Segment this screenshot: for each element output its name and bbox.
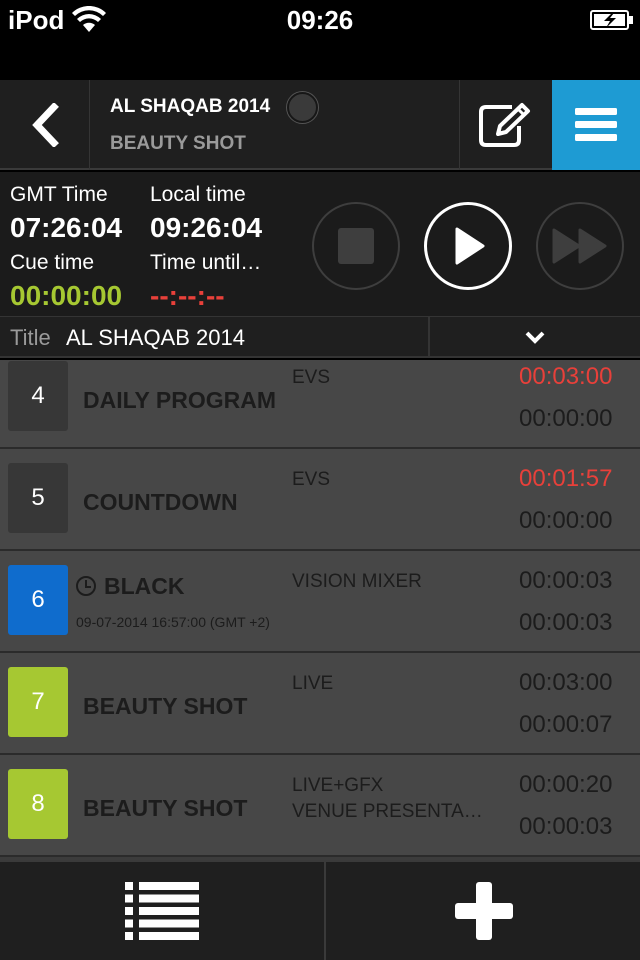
item-duration: 00:00:20 [519, 771, 613, 798]
status-bar: iPod 09:26 [0, 0, 640, 40]
current-item-label: BEAUTY SHOT [110, 133, 246, 154]
battery-charging-icon [590, 10, 633, 30]
item-name-wrapper: BLACK [76, 573, 185, 600]
item-source-line: LIVE+GFX [292, 775, 384, 796]
title-selector: Title AL SHAQAB 2014 [0, 316, 640, 358]
rundown-item[interactable]: 5 COUNTDOWN EVS 00:01:57 00:00:00 [0, 449, 640, 551]
rundown-item[interactable]: 4 DAILY PROGRAM EVS 00:03:00 00:00:00 [0, 360, 640, 449]
item-elapsed: 00:00:03 [519, 813, 613, 840]
list-view-button[interactable] [0, 862, 326, 960]
rundown-list[interactable]: 4 DAILY PROGRAM EVS 00:03:00 00:00:00 5 … [0, 360, 640, 860]
bottom-toolbar [0, 860, 640, 960]
status-time: 09:26 [286, 5, 354, 35]
stop-button[interactable] [312, 202, 400, 290]
clock-icon [76, 576, 96, 596]
item-source: LIVE [292, 671, 333, 697]
local-time-value: 09:26:04 [150, 212, 263, 243]
item-number-badge: 5 [8, 463, 68, 533]
time-until-value: --:--:-- [150, 280, 225, 311]
item-source-line-2: VENUE PRESENTA… [292, 801, 483, 822]
item-source: LIVE+GFX VENUE PRESENTA… [292, 773, 483, 825]
item-source: EVS [292, 365, 330, 391]
item-elapsed: 00:00:00 [519, 507, 613, 534]
edit-icon [479, 103, 530, 147]
time-until-label: Time until… [150, 251, 262, 274]
item-name: DAILY PROGRAM [83, 387, 276, 413]
gmt-time-value: 07:26:04 [10, 212, 123, 243]
item-elapsed: 00:00:00 [519, 405, 613, 432]
fast-forward-button[interactable] [536, 202, 624, 290]
item-source-line: EVS [292, 367, 331, 388]
item-source-line: LIVE [292, 673, 334, 694]
back-chevron-icon [31, 103, 59, 147]
list-icon [125, 882, 199, 940]
rundown-title: AL SHAQAB 2014 [110, 96, 271, 117]
back-button[interactable] [0, 80, 90, 170]
menu-icon [575, 108, 617, 141]
item-number-badge: 7 [8, 667, 68, 737]
edit-button[interactable] [459, 80, 552, 170]
rundown-item[interactable]: 6 BLACK 09-07-2014 16:57:00 (GMT +2) VIS… [0, 551, 640, 653]
gmt-time-label: GMT Time [10, 183, 108, 206]
item-duration: 00:03:00 [519, 669, 613, 696]
play-button[interactable] [424, 202, 512, 290]
item-name: BEAUTY SHOT [83, 795, 248, 821]
item-source: EVS [292, 467, 330, 493]
plus-icon [455, 882, 513, 940]
header-bar: AL SHAQAB 2014 BEAUTY SHOT [0, 80, 640, 170]
title-value: AL SHAQAB 2014 [66, 325, 245, 350]
item-source: VISION MIXER [292, 569, 422, 595]
status-indicator-dot [287, 92, 318, 123]
add-item-button[interactable] [328, 862, 640, 960]
item-number-badge: 8 [8, 769, 68, 839]
item-name: BEAUTY SHOT [83, 693, 248, 719]
timing-panel: GMT Time 07:26:04 Local time 09:26:04 Cu… [0, 172, 640, 316]
cue-time-value: 00:00:00 [10, 280, 123, 311]
item-elapsed: 00:00:03 [519, 609, 613, 636]
play-icon [455, 227, 485, 265]
item-scheduled-time: 09-07-2014 16:57:00 (GMT +2) [76, 614, 270, 630]
item-duration: 00:03:00 [519, 363, 613, 390]
item-source-line: VISION MIXER [292, 571, 422, 592]
item-duration: 00:01:57 [519, 465, 613, 492]
chevron-down-icon [525, 331, 545, 344]
item-name: COUNTDOWN [83, 489, 238, 515]
stop-icon [338, 228, 374, 264]
local-time-label: Local time [150, 183, 246, 206]
menu-button[interactable] [552, 80, 640, 170]
item-elapsed: 00:00:07 [519, 711, 613, 738]
title-dropdown-button[interactable] [428, 317, 640, 357]
item-number-badge: 4 [8, 361, 68, 431]
item-number-badge: 6 [8, 565, 68, 635]
cue-time-label: Cue time [10, 251, 95, 274]
item-name: BLACK [104, 573, 185, 599]
item-duration: 00:00:03 [519, 567, 613, 594]
title-label: Title [10, 325, 51, 350]
fast-forward-icon [552, 228, 607, 264]
rundown-item[interactable]: 8 BEAUTY SHOT LIVE+GFX VENUE PRESENTA… 0… [0, 755, 640, 857]
item-source-line: EVS [292, 469, 331, 490]
rundown-item[interactable]: 7 BEAUTY SHOT LIVE 00:03:00 00:00:07 [0, 653, 640, 755]
